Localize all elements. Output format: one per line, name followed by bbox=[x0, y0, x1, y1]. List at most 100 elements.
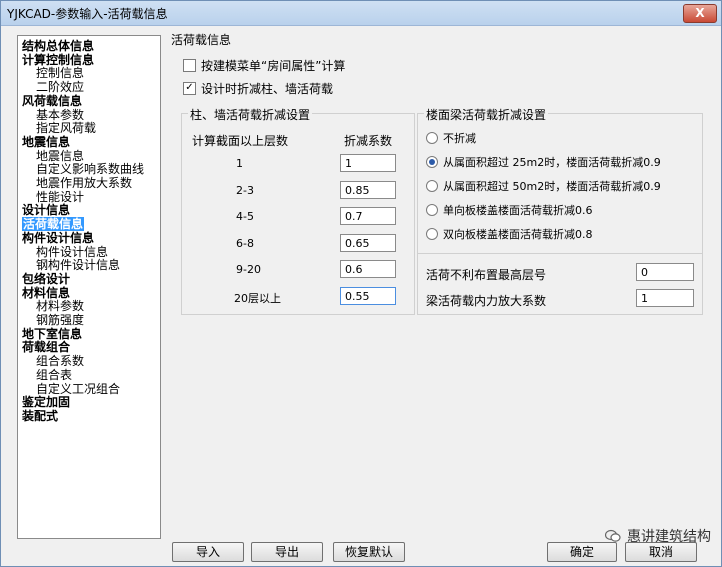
live-load-page: 活荷载信息 按建模菜单“房间属性”计算 ✓ 设计时折减柱、墙活荷载 柱、墙活荷载… bbox=[167, 27, 712, 537]
tree-item[interactable]: 自定义工况组合 bbox=[36, 382, 120, 396]
tree-item[interactable]: 构件设计信息 bbox=[22, 231, 94, 245]
tree-item-label: 自定义工况组合 bbox=[36, 381, 121, 396]
tree-item[interactable]: 设计信息 bbox=[22, 203, 70, 217]
tree-item[interactable]: 钢筋强度 bbox=[36, 313, 84, 327]
radio-button[interactable] bbox=[426, 204, 438, 216]
factor-input[interactable]: 0.65 bbox=[340, 233, 396, 252]
beam-reduction-option[interactable]: 从属面积超过 50m2时，楼面活荷载折减0.9 bbox=[426, 178, 661, 194]
tree-item-label: 设计信息 bbox=[22, 203, 71, 218]
tree-item[interactable]: 组合表 bbox=[36, 368, 72, 382]
radio-button[interactable] bbox=[426, 156, 438, 168]
tree-item[interactable]: 钢构件设计信息 bbox=[36, 258, 120, 272]
radio-button[interactable] bbox=[426, 228, 438, 240]
tree-item[interactable]: 控制信息 bbox=[36, 66, 84, 80]
parameter-tree[interactable]: 结构总体信息 计算控制信息 控制信息 二阶效应 风荷载信息 基本参数 指定风荷载 地震信息 地震… bbox=[17, 35, 161, 539]
radio-button[interactable] bbox=[426, 180, 438, 192]
close-button[interactable]: X bbox=[683, 4, 717, 23]
reduce-checkbox-row[interactable]: ✓ 设计时折减柱、墙活荷载 bbox=[183, 80, 333, 97]
tree-item[interactable]: 二阶效应 bbox=[36, 80, 84, 94]
beam-option-label: 不折减 bbox=[443, 132, 476, 145]
tree-item-label: 组合系数 bbox=[36, 354, 85, 369]
tree-item[interactable]: 构件设计信息 bbox=[36, 245, 108, 259]
tree-item-label: 地下室信息 bbox=[22, 326, 83, 341]
tree-item-label: 钢构件设计信息 bbox=[36, 258, 121, 273]
restore-default-button[interactable]: 恢复默认 bbox=[333, 542, 405, 562]
amplify-label: 梁活荷载内力放大系数 bbox=[426, 294, 547, 308]
window-title: YJKCAD-参数输入-活荷载信息 bbox=[7, 7, 168, 21]
room-attr-label: 按建模菜单“房间属性”计算 bbox=[201, 59, 346, 73]
tree-item-label: 钢筋强度 bbox=[36, 313, 85, 327]
max-floor-label: 活荷不利布置最高层号 bbox=[426, 268, 547, 282]
check-icon: ✓ bbox=[185, 82, 194, 93]
room-attr-checkbox-row[interactable]: 按建模菜单“房间属性”计算 bbox=[183, 57, 345, 74]
tree-item-label: 风荷载信息 bbox=[22, 93, 83, 108]
tree-item[interactable]: 活荷载信息 bbox=[22, 217, 85, 232]
tree-item[interactable]: 自定义影响系数曲线 bbox=[36, 162, 144, 176]
beam-reduction-option[interactable]: 双向板楼盖楼面活荷载折减0.8 bbox=[426, 226, 593, 242]
tree-item-label: 构件设计信息 bbox=[22, 230, 95, 245]
factor-input[interactable]: 0.85 bbox=[340, 180, 396, 199]
tree-item-label: 基本参数 bbox=[36, 107, 85, 122]
tree-item-label: 自定义影响系数曲线 bbox=[36, 162, 145, 177]
beam-reduction-panel: 楼面梁活荷载折减设置 不折减从属面积超过 25m2时，楼面活荷载折减0.9 从属面… bbox=[417, 106, 703, 257]
beam-option-label: 从属面积超过 50m2时，楼面活荷载折减0.9 bbox=[443, 180, 661, 193]
amplify-input[interactable]: 1 bbox=[636, 289, 694, 307]
beam-reduction-option[interactable]: 不折减 bbox=[426, 130, 476, 146]
tree-item[interactable]: 风荷载信息 bbox=[22, 94, 82, 108]
tree-item-label: 鉴定加固 bbox=[22, 395, 71, 410]
room-attr-checkbox[interactable] bbox=[183, 59, 196, 72]
beam-option-label: 双向板楼盖楼面活荷载折减0.8 bbox=[443, 228, 593, 241]
beam-reduction-option[interactable]: 单向板楼盖楼面活荷载折减0.6 bbox=[426, 202, 593, 218]
radio-button[interactable] bbox=[426, 132, 438, 144]
tree-item-label: 控制信息 bbox=[36, 66, 85, 81]
tree-item[interactable]: 地震信息 bbox=[22, 135, 70, 149]
tree-item[interactable]: 性能设计 bbox=[36, 190, 84, 204]
floors-cell: 2-3 bbox=[236, 183, 254, 197]
floors-cell: 4-5 bbox=[236, 210, 254, 223]
floors-cell: 9-20 bbox=[236, 263, 261, 276]
section-title: 活荷载信息 bbox=[171, 33, 232, 47]
tree-item[interactable]: 材料信息 bbox=[22, 286, 70, 300]
tree-item-label: 结构总体信息 bbox=[22, 39, 95, 53]
tree-item-label: 计算控制信息 bbox=[22, 52, 95, 67]
tree-item-label: 组合表 bbox=[36, 367, 73, 382]
tree-item-label: 荷载组合 bbox=[22, 340, 71, 355]
tree-item[interactable]: 包络设计 bbox=[22, 272, 70, 286]
beam-option-label: 单向板楼盖楼面活荷载折减0.6 bbox=[443, 204, 593, 217]
tree-item[interactable]: 装配式 bbox=[22, 409, 58, 423]
factor-input[interactable]: 1 bbox=[340, 154, 396, 172]
reduce-checkbox[interactable]: ✓ bbox=[183, 82, 196, 95]
export-button[interactable]: 导出 bbox=[251, 542, 323, 562]
tree-item-label: 包络设计 bbox=[22, 271, 71, 286]
factor-input[interactable]: 0.6 bbox=[340, 260, 396, 278]
factor-input[interactable]: 0.7 bbox=[340, 207, 396, 225]
tree-item-label: 指定风荷载 bbox=[36, 121, 97, 136]
tree-item[interactable]: 结构总体信息 bbox=[22, 39, 94, 53]
tree-item[interactable]: 组合系数 bbox=[36, 354, 84, 368]
tree-item[interactable]: 荷载组合 bbox=[22, 340, 70, 354]
tree-item-label: 地震作用放大系数 bbox=[36, 176, 133, 190]
import-button[interactable]: 导入 bbox=[172, 542, 244, 562]
tree-item[interactable]: 基本参数 bbox=[36, 108, 84, 122]
beam-panel-title: 楼面梁活荷载折减设置 bbox=[424, 106, 549, 123]
tree-item[interactable]: 计算控制信息 bbox=[22, 53, 94, 67]
tree-item[interactable]: 地下室信息 bbox=[22, 327, 82, 341]
title-bar[interactable]: YJKCAD-参数输入-活荷载信息 X bbox=[1, 1, 721, 26]
tree-item[interactable]: 鉴定加固 bbox=[22, 395, 70, 409]
tree-item[interactable]: 指定风荷载 bbox=[36, 121, 96, 135]
tree-item[interactable]: 材料参数 bbox=[36, 299, 84, 313]
tree-item-label: 构件设计信息 bbox=[36, 244, 109, 259]
tree-item-label: 二阶效应 bbox=[36, 80, 85, 95]
tree-item-label: 装配式 bbox=[22, 408, 59, 423]
tree-item[interactable]: 地震信息 bbox=[36, 149, 84, 163]
close-icon: X bbox=[695, 6, 705, 20]
beam-reduction-option[interactable]: 从属面积超过 25m2时，楼面活荷载折减0.9 bbox=[426, 154, 661, 170]
max-floor-input[interactable]: 0 bbox=[636, 263, 694, 281]
factor-header: 折减系数 bbox=[344, 134, 393, 148]
column-reduction-panel: 柱、墙活荷载折减设置 计算截面以上层数 折减系数 1 1 2-3 0.85 4-5 0.7… bbox=[181, 106, 415, 315]
tree-item-label: 地震信息 bbox=[36, 148, 85, 163]
wechat-icon bbox=[605, 529, 621, 542]
tree-item[interactable]: 地震作用放大系数 bbox=[36, 176, 132, 190]
tree-item-label: 性能设计 bbox=[36, 189, 85, 204]
factor-input[interactable]: 0.55 bbox=[340, 286, 396, 305]
